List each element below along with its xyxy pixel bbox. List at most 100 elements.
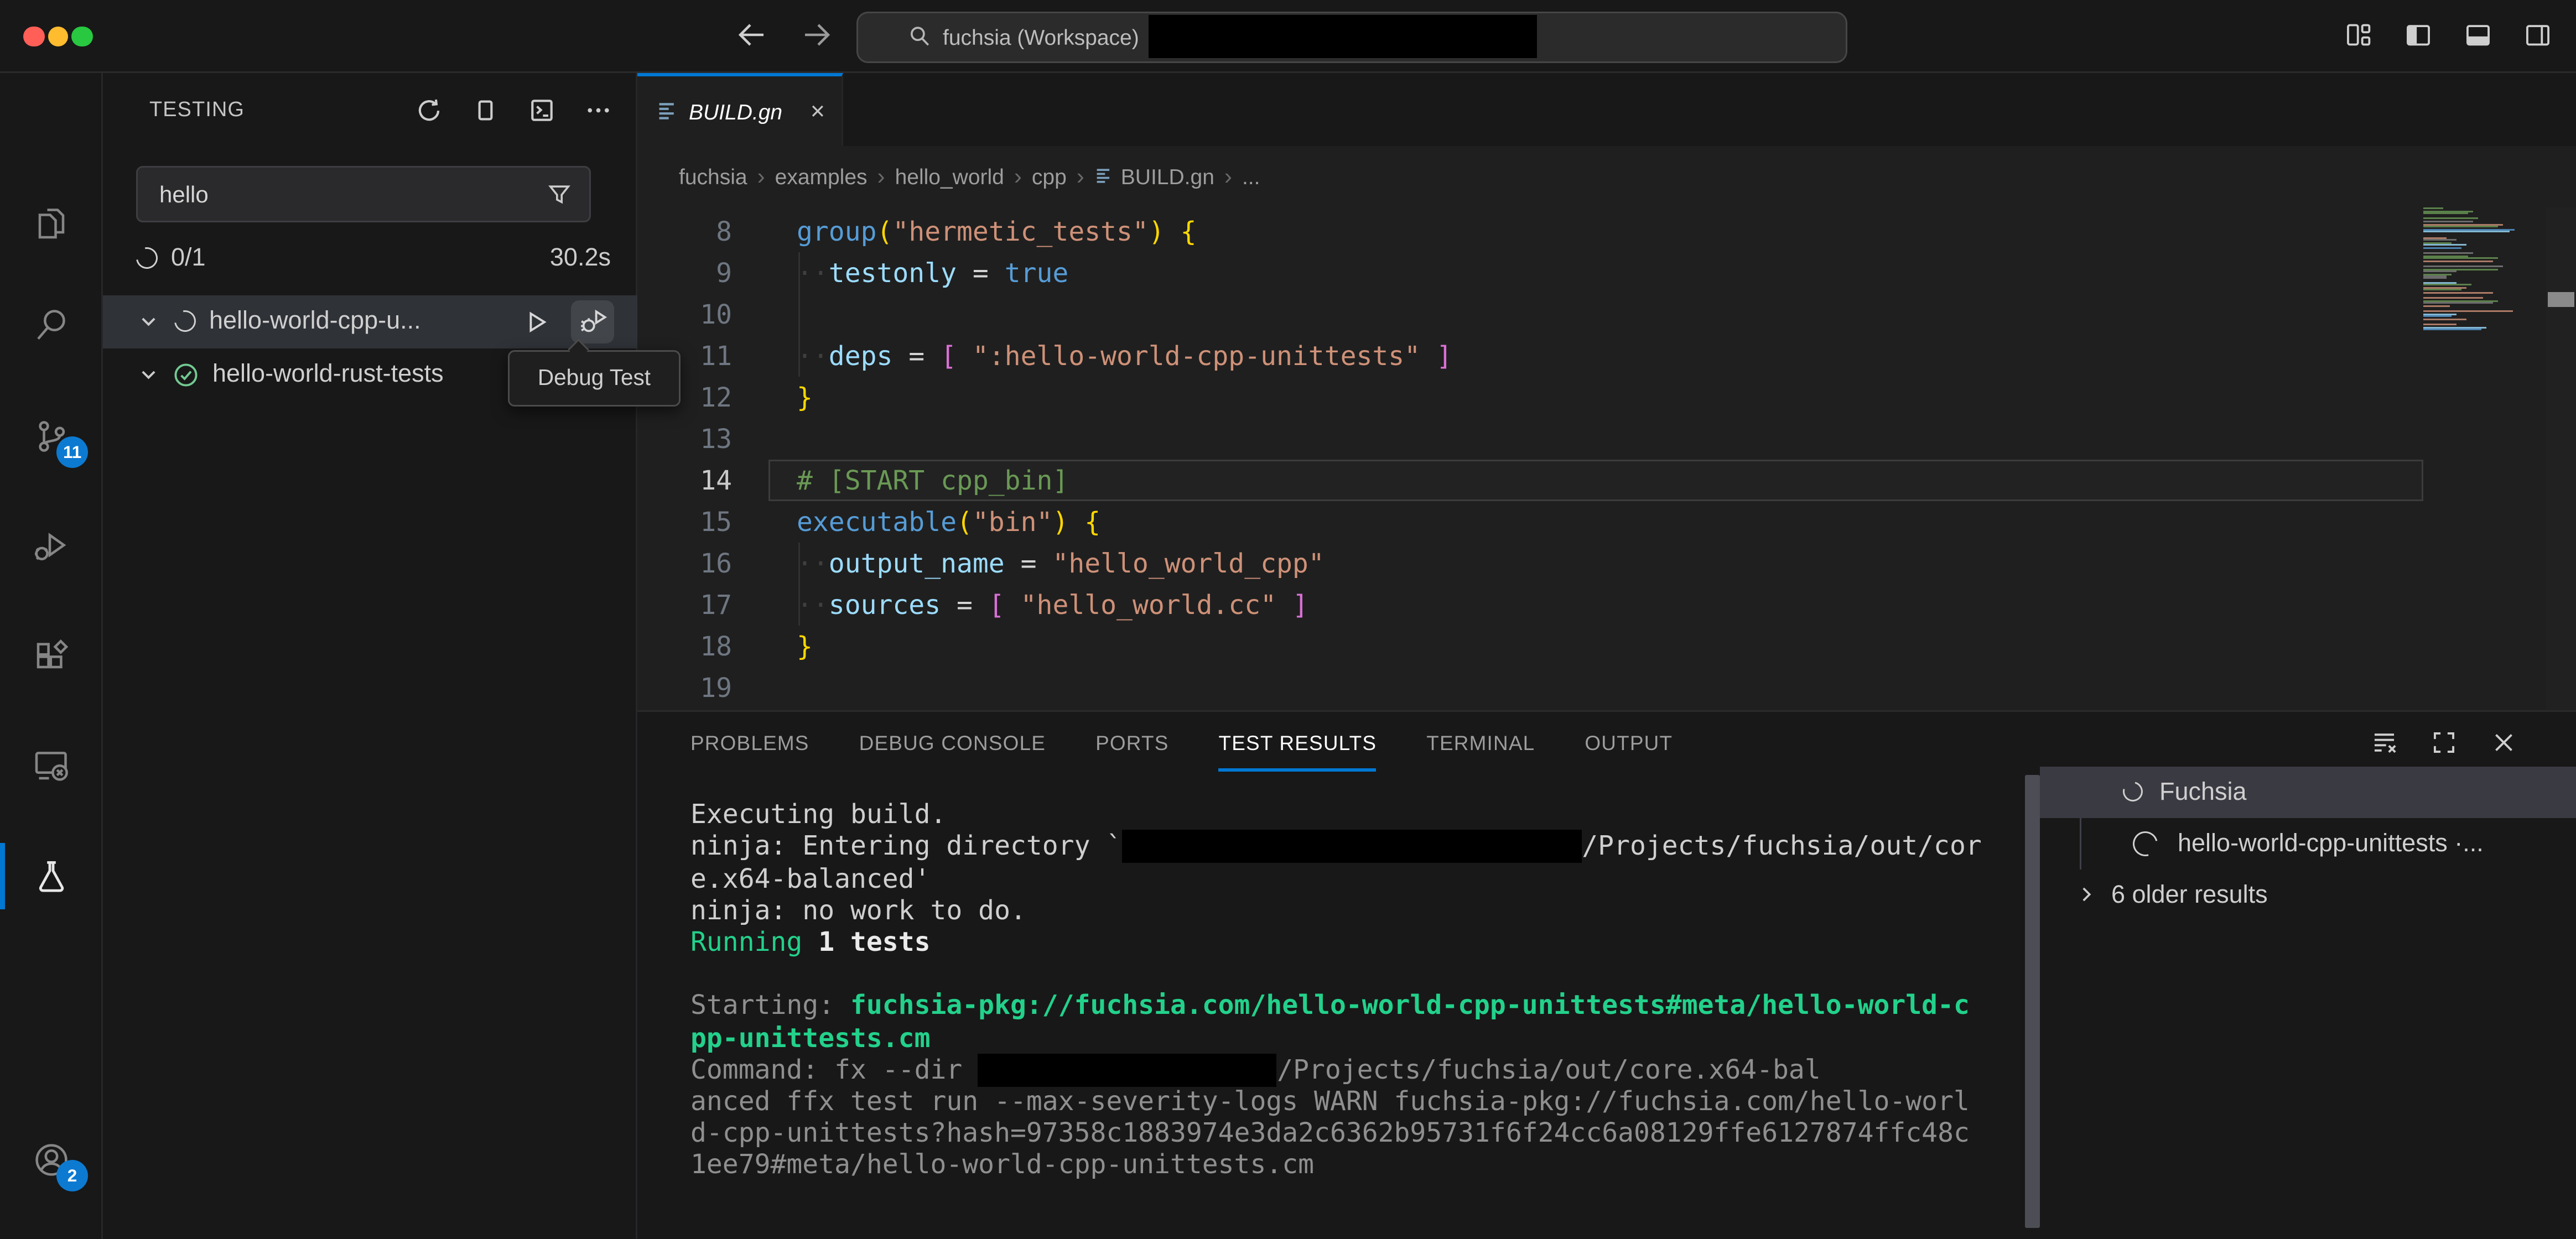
chevron-down-icon[interactable] — [136, 309, 161, 334]
run-debug-icon — [32, 527, 71, 566]
sidebar-item-extensions[interactable] — [32, 636, 71, 676]
minimap-line — [2423, 258, 2498, 259]
customize-layout-button[interactable] — [2344, 20, 2374, 50]
output-line: e.x64-balanced' — [690, 862, 1982, 894]
window-zoom-button[interactable] — [71, 26, 92, 47]
output-line: Starting: fuchsia-pkg://fuchsia.com/hell… — [690, 990, 1982, 1022]
panel-tab-ports[interactable]: PORTS — [1095, 731, 1168, 754]
cancel-test-run-button[interactable] — [471, 96, 500, 124]
result-older-results[interactable]: 6 older results — [2040, 870, 2576, 921]
line-number: 18 — [637, 626, 732, 668]
minimap-line — [2423, 231, 2510, 233]
stop-icon — [471, 96, 500, 124]
breadcrumb-item[interactable]: examples — [775, 164, 868, 189]
testing-sidebar: TESTING hello 0/1 30.2s hello-world-cpp-… — [103, 74, 637, 1239]
breadcrumb-item[interactable]: ... — [1242, 164, 1260, 189]
panel-tab-output[interactable]: OUTPUT — [1585, 731, 1673, 754]
sidebar-title: TESTING — [149, 98, 415, 122]
command-center-label: fuchsia (Workspace) — [943, 25, 1139, 50]
output-line: ninja: Entering directory `/Projects/fuc… — [690, 830, 1982, 862]
clear-output-button[interactable] — [2370, 729, 2398, 757]
maximize-panel-button[interactable] — [2430, 729, 2458, 757]
test-results-output[interactable]: Executing build.ninja: Entering director… — [690, 799, 1982, 1181]
minimap-line — [2423, 226, 2498, 227]
result-run-fuchsia[interactable]: Fuchsia — [2040, 767, 2576, 818]
sidebar-item-remote-explorer[interactable] — [32, 746, 71, 785]
line-number: 16 — [637, 543, 732, 585]
code-line: 9··testonly = true — [637, 253, 2576, 294]
debug-test-button[interactable] — [571, 300, 614, 343]
minimap-line — [2423, 276, 2447, 278]
breadcrumb-item[interactable]: BUILD.gn — [1094, 164, 1214, 189]
arrow-left-icon — [735, 18, 768, 51]
close-panel-button[interactable] — [2490, 729, 2518, 757]
editor-scrollbar[interactable] — [2546, 207, 2576, 711]
output-line: Command: fx --dir /Projects/fuchsia/out/… — [690, 1053, 1982, 1085]
more-actions-button[interactable] — [584, 96, 612, 124]
test-filter-input[interactable]: hello — [136, 166, 591, 222]
window-minimize-button[interactable] — [48, 26, 69, 47]
editor-group: BUILD.gn × fuchsia›examples›hello_world›… — [637, 74, 2576, 711]
test-run-progress: 0/1 30.2s — [136, 238, 611, 278]
spinner-icon — [170, 307, 200, 337]
ellipsis-icon — [584, 96, 612, 124]
output-line: 1ee79#meta/hello-world-cpp-unittests.cm — [690, 1149, 1982, 1181]
source-control-badge: 11 — [56, 437, 88, 468]
toggle-panel-button[interactable] — [2463, 20, 2493, 50]
test-passed-icon — [173, 362, 199, 388]
breadcrumb-item[interactable]: fuchsia — [679, 164, 747, 189]
toggle-primary-sidebar-button[interactable] — [2403, 20, 2433, 50]
minimap-line — [2423, 223, 2503, 225]
minimap-line — [2423, 282, 2456, 283]
minimap-line — [2423, 252, 2473, 254]
result-test-hello-world-cpp-unittests[interactable]: hello-world-cpp-unittests ·... — [2040, 818, 2576, 870]
minimap-line — [2423, 305, 2450, 307]
code-line: 11··deps = [ ":hello-world-cpp-unittests… — [637, 336, 2576, 377]
command-center[interactable]: fuchsia (Workspace) — [856, 12, 1847, 63]
redaction-box — [978, 1053, 1277, 1086]
sidebar-item-run-and-debug[interactable] — [32, 527, 71, 566]
result-label: Fuchsia — [2159, 778, 2247, 806]
chevron-right-icon[interactable] — [2075, 883, 2098, 907]
show-test-output-button[interactable] — [528, 96, 556, 124]
breadcrumb-item[interactable]: cpp — [1032, 164, 1067, 189]
panel-tab-test-results[interactable]: TEST RESULTS — [1219, 731, 1377, 754]
chevron-down-icon[interactable] — [136, 362, 161, 387]
breadcrumb-label: fuchsia — [679, 164, 747, 189]
minimap-line — [2423, 329, 2481, 331]
breadcrumb-separator-icon: › — [1077, 163, 1084, 190]
spinner-icon — [132, 243, 162, 273]
line-number: 13 — [637, 419, 732, 460]
line-number: 14 — [637, 460, 732, 502]
breadcrumb-item[interactable]: hello_world — [895, 164, 1004, 189]
breadcrumb: fuchsia›examples›hello_world›cpp›BUILD.g… — [637, 146, 2576, 207]
filter-icon[interactable] — [546, 181, 573, 207]
navigate-back-button[interactable] — [730, 13, 773, 56]
sidebar-item-search[interactable] — [32, 306, 71, 346]
test-item-hello-world-cpp[interactable]: hello-world-cpp-u... — [103, 295, 637, 348]
panel-tab-terminal[interactable]: TERMINAL — [1426, 731, 1535, 754]
sidebar-right-icon — [2523, 20, 2553, 50]
line-number: 17 — [637, 585, 732, 626]
run-test-button[interactable] — [515, 300, 558, 343]
toggle-secondary-sidebar-button[interactable] — [2523, 20, 2553, 50]
remote-explorer-icon — [32, 746, 71, 785]
terminal-icon — [528, 96, 556, 124]
minimap-line — [2423, 284, 2471, 286]
close-tab-icon[interactable]: × — [811, 99, 825, 124]
minimap[interactable] — [2423, 207, 2523, 332]
refresh-tests-button[interactable] — [415, 96, 443, 124]
output-line: ninja: no work to do. — [690, 894, 1982, 926]
sidebar-item-testing[interactable] — [32, 857, 71, 897]
panel-tab-debug-console[interactable]: DEBUG CONSOLE — [859, 731, 1046, 754]
navigate-forward-button[interactable] — [795, 13, 838, 56]
sidebar-item-explorer[interactable] — [32, 203, 71, 243]
code-editor[interactable]: 8group("hermetic_tests") {9··testonly = … — [637, 207, 2576, 711]
window-close-button[interactable] — [23, 26, 44, 47]
maximize-icon — [2430, 729, 2458, 757]
gn-file-icon — [1094, 166, 1114, 186]
panel-tab-problems[interactable]: PROBLEMS — [690, 731, 809, 754]
editor-scrollbar-thumb[interactable] — [2547, 292, 2574, 307]
tab-build-gn[interactable]: BUILD.gn × — [637, 74, 843, 146]
output-scrollbar-thumb[interactable] — [2025, 775, 2040, 1228]
